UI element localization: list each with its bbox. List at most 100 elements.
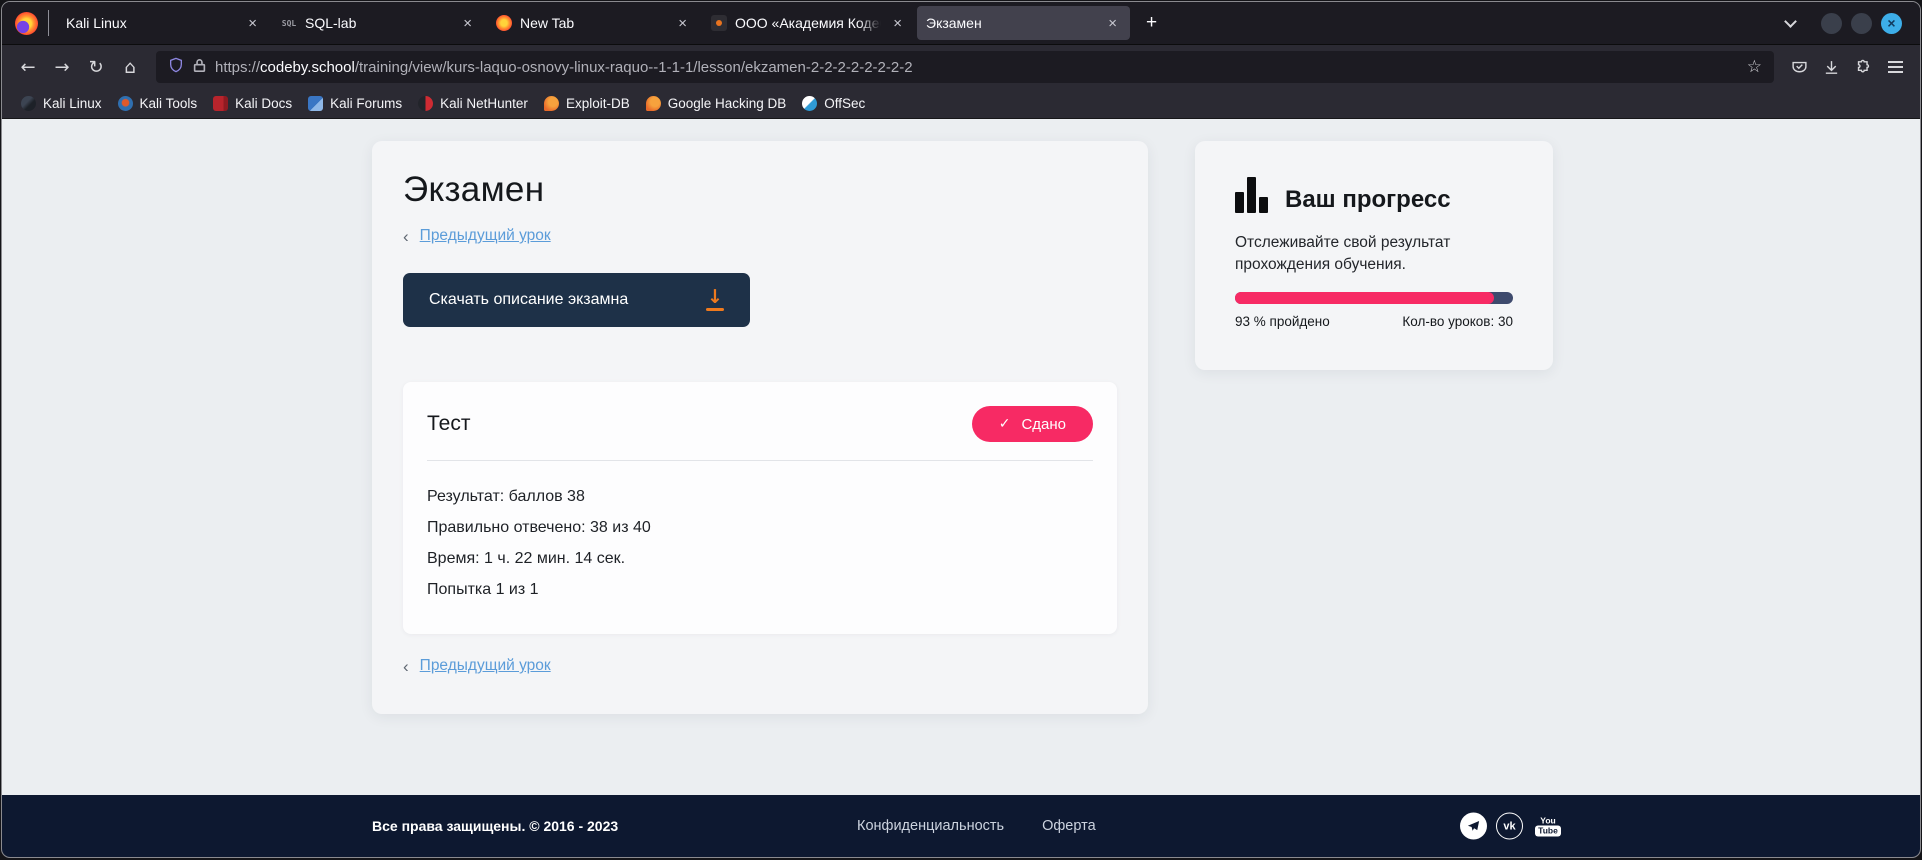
result-time: Время: 1 ч. 22 мин. 14 сек. bbox=[427, 549, 1093, 569]
progress-bar-fill bbox=[1235, 292, 1494, 304]
page-viewport: Экзамен ‹ Предыдущий урок Скачать описан… bbox=[2, 119, 1920, 857]
page-title: Экзамен bbox=[403, 169, 1117, 211]
vk-icon[interactable]: vk bbox=[1496, 813, 1523, 840]
download-button-label: Скачать описание экзамна bbox=[429, 291, 628, 309]
tab-ekzamen-active[interactable]: Экзамен × bbox=[917, 6, 1130, 40]
tab-new-tab[interactable]: New Tab × bbox=[487, 6, 700, 40]
tab-kali-linux[interactable]: Kali Linux × bbox=[57, 6, 270, 40]
bookmark-offsec[interactable]: OffSec bbox=[795, 94, 872, 113]
prev-lesson-label[interactable]: Предыдущий урок bbox=[420, 657, 551, 675]
prev-lesson-link-top[interactable]: ‹ Предыдущий урок bbox=[403, 225, 1117, 247]
tab-title: ООО «Академия Кодеба bbox=[735, 15, 881, 31]
bookmark-google-hacking-db[interactable]: Google Hacking DB bbox=[639, 94, 794, 113]
offsec-icon bbox=[802, 96, 817, 111]
youtube-you-label: You bbox=[1540, 816, 1555, 825]
tab-close-icon[interactable]: × bbox=[889, 14, 906, 33]
extensions-puzzle-icon[interactable] bbox=[1848, 52, 1878, 82]
status-badge-passed: ✓ Сдано bbox=[972, 406, 1093, 442]
download-exam-description-button[interactable]: Скачать описание экзамна ↓ bbox=[403, 273, 750, 327]
kali-docs-icon bbox=[213, 96, 228, 111]
test-results: Результат: баллов 38 Правильно отвечено:… bbox=[427, 487, 1093, 600]
prev-lesson-label[interactable]: Предыдущий урок bbox=[420, 227, 551, 245]
youtube-icon[interactable]: You Tube bbox=[1532, 813, 1564, 840]
tab-close-icon[interactable]: × bbox=[244, 14, 261, 33]
status-badge-label: Сдано bbox=[1021, 416, 1066, 433]
bookmark-kali-forums[interactable]: Kali Forums bbox=[301, 94, 409, 113]
kali-nethunter-icon bbox=[418, 96, 433, 111]
list-all-tabs-chevron-icon[interactable] bbox=[1784, 15, 1797, 28]
bookmark-kali-nethunter[interactable]: Kali NetHunter bbox=[411, 94, 535, 113]
tab-title: Экзамен bbox=[926, 15, 1096, 31]
menu-hamburger-icon[interactable] bbox=[1880, 52, 1910, 82]
url-protocol: https:// bbox=[215, 59, 260, 76]
exam-card: Экзамен ‹ Предыдущий урок Скачать описан… bbox=[372, 141, 1148, 714]
reload-button[interactable]: ↻ bbox=[80, 52, 112, 82]
download-icon: ↓ bbox=[706, 289, 724, 311]
codeby-favicon-icon bbox=[711, 15, 727, 31]
bookmark-exploit-db[interactable]: Exploit-DB bbox=[537, 94, 637, 113]
page-footer: Все права защищены. © 2016 - 2023 Конфид… bbox=[2, 795, 1920, 857]
new-tab-button[interactable]: + bbox=[1136, 8, 1167, 38]
result-attempt: Попытка 1 из 1 bbox=[427, 580, 1093, 600]
vk-label: vk bbox=[1503, 820, 1515, 832]
url-domain: codeby.school bbox=[260, 59, 355, 76]
divider bbox=[427, 460, 1093, 461]
navigation-bar: ← → ↻ ⌂ https://codeby.school/training/v… bbox=[2, 45, 1920, 89]
maximize-button[interactable] bbox=[1851, 13, 1872, 34]
bookmark-label: Exploit-DB bbox=[566, 96, 630, 111]
test-title: Тест bbox=[427, 412, 470, 436]
footer-link-privacy[interactable]: Конфиденциальность bbox=[857, 818, 1004, 834]
close-button[interactable]: × bbox=[1881, 13, 1902, 34]
google-hacking-db-bird-icon bbox=[646, 96, 661, 111]
download-arrow: ↓ bbox=[707, 289, 723, 306]
minimize-button[interactable] bbox=[1821, 13, 1842, 34]
copyright-text: Все права защищены. © 2016 - 2023 bbox=[372, 818, 618, 834]
tab-title: SQL-lab bbox=[305, 15, 451, 31]
chevron-left-icon: ‹ bbox=[403, 228, 409, 245]
home-button[interactable]: ⌂ bbox=[114, 52, 146, 82]
bookmark-label: Kali NetHunter bbox=[440, 96, 528, 111]
browser-window: Kali Linux × SQL SQL-lab × New Tab × ООО… bbox=[1, 1, 1921, 858]
bookmark-label: Kali Docs bbox=[235, 96, 292, 111]
tab-title: Kali Linux bbox=[66, 15, 236, 31]
hamburger-bars bbox=[1888, 61, 1903, 73]
progress-title: Ваш прогресс bbox=[1285, 187, 1451, 213]
tab-close-icon[interactable]: × bbox=[674, 14, 691, 33]
bookmark-label: OffSec bbox=[824, 96, 865, 111]
tab-academy-codeby[interactable]: ООО «Академия Кодеба × bbox=[702, 6, 915, 40]
bookmark-label: Google Hacking DB bbox=[668, 96, 787, 111]
youtube-tube-label: Tube bbox=[1535, 825, 1561, 836]
url-path: /training/view/kurs-laquo-osnovy-linux-r… bbox=[355, 59, 913, 76]
test-header: Тест ✓ Сдано bbox=[427, 406, 1093, 442]
bookmarks-bar: Kali Linux Kali Tools Kali Docs Kali For… bbox=[2, 89, 1920, 119]
back-button[interactable]: ← bbox=[12, 52, 44, 82]
progress-lessons-count: Кол-во уроков: 30 bbox=[1402, 314, 1513, 329]
window-controls: × bbox=[1821, 13, 1902, 34]
downloads-icon[interactable] bbox=[1816, 52, 1846, 82]
forward-button[interactable]: → bbox=[46, 52, 78, 82]
page-content: Экзамен ‹ Предыдущий урок Скачать описан… bbox=[2, 119, 1920, 795]
bookmark-label: Kali Forums bbox=[330, 96, 402, 111]
tracking-shield-icon[interactable] bbox=[168, 57, 184, 77]
chevron-left-icon: ‹ bbox=[403, 658, 409, 675]
progress-bar-track bbox=[1235, 292, 1513, 304]
pocket-shield-icon[interactable] bbox=[1784, 52, 1814, 82]
result-correct: Правильно отвечено: 38 из 40 bbox=[427, 518, 1093, 538]
footer-links: Конфиденциальность Оферта bbox=[857, 818, 1096, 834]
prev-lesson-link-bottom[interactable]: ‹ Предыдущий урок bbox=[403, 655, 1117, 677]
bookmark-kali-docs[interactable]: Kali Docs bbox=[206, 94, 299, 113]
progress-description: Отслеживайте свой результат прохождения … bbox=[1235, 232, 1485, 276]
url-bar[interactable]: https://codeby.school/training/view/kurs… bbox=[156, 51, 1774, 83]
footer-link-offer[interactable]: Оферта bbox=[1042, 818, 1096, 834]
tab-close-icon[interactable]: × bbox=[1104, 14, 1121, 33]
telegram-icon[interactable] bbox=[1460, 813, 1487, 840]
bookmark-label: Kali Tools bbox=[140, 96, 198, 111]
bookmark-kali-tools[interactable]: Kali Tools bbox=[111, 94, 205, 113]
kali-dragon-icon bbox=[21, 96, 36, 111]
tab-close-icon[interactable]: × bbox=[459, 14, 476, 33]
tab-title: New Tab bbox=[520, 15, 666, 31]
tab-sql-lab[interactable]: SQL SQL-lab × bbox=[272, 6, 485, 40]
bookmark-kali-linux[interactable]: Kali Linux bbox=[14, 94, 109, 113]
progress-card: Ваш прогресс Отслеживайте свой результат… bbox=[1195, 141, 1553, 370]
bookmark-star-icon[interactable]: ☆ bbox=[1747, 57, 1762, 77]
